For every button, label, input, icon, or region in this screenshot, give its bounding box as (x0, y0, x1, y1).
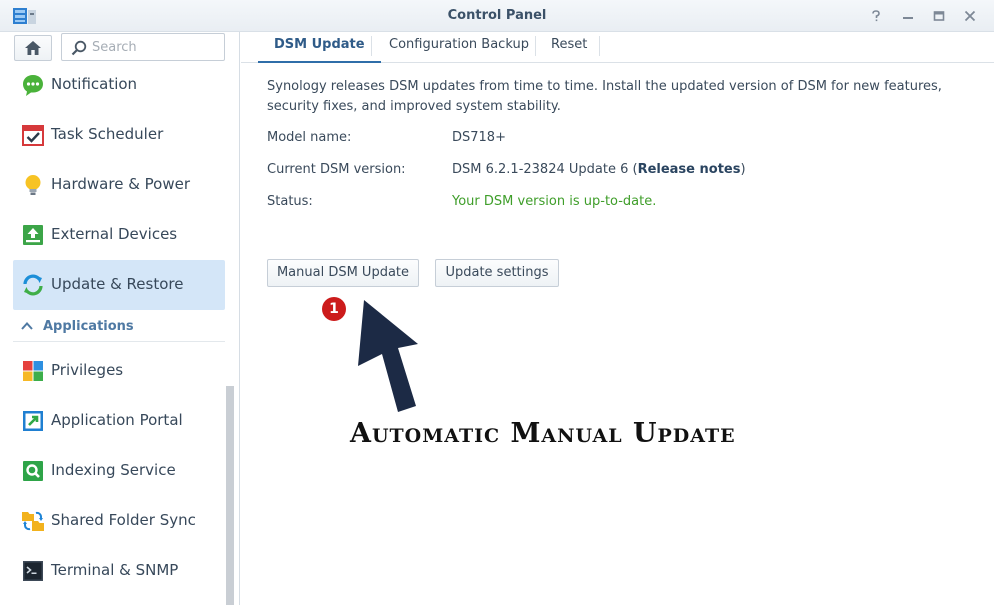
search-box[interactable] (61, 33, 225, 61)
sidebar-item-application-portal[interactable]: Application Portal (13, 396, 225, 446)
tab-label: Reset (551, 37, 588, 52)
indexing-service-icon (23, 461, 43, 481)
release-notes-link[interactable]: Release notes (638, 162, 741, 177)
home-button[interactable] (14, 35, 52, 61)
update-description: Synology releases DSM updates from time … (267, 79, 942, 114)
dsm-version-text: DSM 6.2.1-23824 Update 6 ( (452, 162, 638, 177)
title-bar: Control Panel (0, 0, 994, 32)
tab-label: Configuration Backup (389, 37, 529, 52)
tab-dsm-update[interactable]: DSM Update (258, 32, 381, 63)
sidebar-item-label: Terminal & SNMP (51, 561, 179, 579)
status-value: Your DSM version is up-to-date. (452, 194, 657, 209)
sidebar: Notification Task Scheduler Hardware & P… (0, 32, 240, 605)
shared-folder-sync-icon (22, 511, 44, 531)
sidebar-item-label: Privileges (51, 361, 124, 379)
sidebar-item-label: Task Scheduler (51, 125, 164, 143)
close-button[interactable] (960, 6, 980, 26)
sidebar-item-external-devices[interactable]: External Devices (13, 210, 225, 260)
help-button[interactable] (866, 6, 886, 26)
sidebar-item-indexing-service[interactable]: Indexing Service (13, 446, 225, 496)
sidebar-item-privileges[interactable]: Privileges (13, 346, 225, 396)
minimize-button[interactable] (898, 6, 918, 26)
tab-label: DSM Update (274, 37, 365, 52)
annotation-caption: Automatic Manual Update (350, 418, 736, 449)
update-restore-icon (23, 274, 43, 296)
tab-divider (599, 36, 600, 56)
dsm-version-label: Current DSM version: (267, 162, 406, 177)
window-title: Control Panel (447, 8, 547, 23)
update-settings-button[interactable]: Update settings (435, 259, 559, 287)
dsm-version-suffix: ) (740, 162, 746, 177)
sidebar-item-label: Indexing Service (51, 461, 176, 479)
tab-divider (535, 36, 536, 56)
sidebar-scrollbar[interactable] (226, 386, 234, 605)
sidebar-item-label: External Devices (51, 225, 178, 243)
sidebar-item-label: Application Portal (51, 411, 183, 429)
chevron-up-icon (21, 322, 33, 330)
dsm-version-value: DSM 6.2.1-23824 Update 6 (Release notes) (452, 162, 746, 177)
task-scheduler-icon (22, 125, 44, 146)
search-icon (71, 40, 87, 56)
privileges-icon (23, 361, 43, 381)
sidebar-item-label: Notification (51, 75, 138, 93)
model-name-value: DS718+ (452, 130, 506, 145)
model-name-label: Model name: (267, 130, 352, 145)
application-portal-icon (23, 411, 43, 431)
minimize-icon (903, 17, 913, 19)
maximize-icon (933, 11, 945, 21)
tab-reset[interactable]: Reset (551, 32, 587, 63)
tab-configuration-backup[interactable]: Configuration Backup (389, 32, 529, 63)
step-badge: 1 (322, 297, 346, 321)
sidebar-item-label: Hardware & Power (51, 175, 191, 193)
pointer-arrow-icon (358, 300, 418, 412)
hardware-power-icon (25, 175, 41, 195)
maximize-button[interactable] (929, 6, 949, 26)
tab-divider (371, 36, 372, 56)
sidebar-item-terminal-snmp[interactable]: Terminal & SNMP (13, 546, 225, 596)
sidebar-item-label: Update & Restore (51, 275, 184, 293)
search-input[interactable] (92, 37, 217, 57)
section-header-applications[interactable]: Applications (13, 310, 225, 342)
home-icon (25, 41, 41, 55)
terminal-snmp-icon (23, 561, 43, 581)
sidebar-item-label: Shared Folder Sync (51, 511, 196, 529)
sidebar-item-notification[interactable]: Notification (13, 60, 225, 110)
sidebar-item-hardware-power[interactable]: Hardware & Power (13, 160, 225, 210)
external-devices-icon (23, 225, 43, 245)
sidebar-item-task-scheduler[interactable]: Task Scheduler (13, 110, 225, 160)
notification-icon (23, 75, 43, 96)
status-label: Status: (267, 194, 313, 209)
close-icon (964, 10, 976, 22)
sidebar-item-shared-folder-sync[interactable]: Shared Folder Sync (13, 496, 225, 546)
tab-bar: DSM Update Configuration Backup Reset (241, 32, 994, 63)
section-label: Applications (43, 319, 134, 334)
help-icon (872, 10, 880, 22)
manual-dsm-update-button[interactable]: Manual DSM Update (267, 259, 419, 287)
sidebar-item-update-restore[interactable]: Update & Restore (13, 260, 225, 310)
